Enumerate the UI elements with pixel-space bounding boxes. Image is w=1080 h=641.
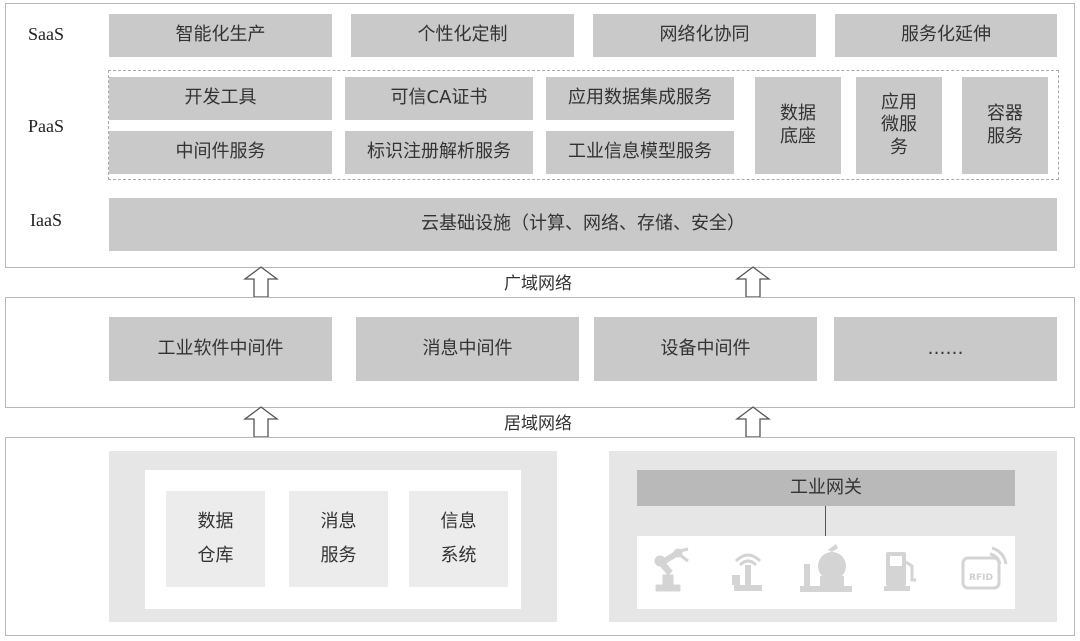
paas-industrial-info-model: 工业信息模型服务 — [546, 131, 734, 174]
info-system-tile: 信息 系统 — [409, 491, 508, 587]
middleware-device: 设备中间件 — [594, 317, 817, 381]
paas-app-microservice-line1: 应用 — [881, 91, 917, 113]
paas-data-base: 数据 底座 — [755, 77, 841, 174]
iaas-infrastructure: 云基础设施（计算、网络、存储、安全） — [109, 198, 1057, 251]
saas-item-4: 服务化延伸 — [835, 14, 1057, 57]
paas-identifier-resolution: 标识注册解析服务 — [345, 131, 533, 174]
middleware-message: 消息中间件 — [356, 317, 579, 381]
paas-label: PaaS — [28, 116, 64, 136]
up-arrow-icon — [243, 266, 279, 298]
paas-container-service-line2: 服务 — [987, 125, 1023, 147]
data-warehouse-line2: 仓库 — [197, 545, 234, 566]
paas-app-microservice: 应用 微服 务 — [856, 77, 942, 174]
wan-label: 广域网络 — [504, 274, 572, 294]
antenna-icon — [732, 553, 762, 591]
robot-arm-icon — [654, 547, 689, 592]
fuel-pump-icon — [884, 552, 916, 591]
industrial-gateway: 工业网关 — [637, 470, 1015, 506]
saas-item-2: 个性化定制 — [351, 14, 574, 57]
up-arrow-icon — [735, 266, 771, 298]
paas-data-base-line1: 数据 — [780, 103, 816, 124]
paas-app-microservice-line3: 务 — [890, 136, 908, 158]
data-warehouse-tile: 数据 仓库 — [166, 491, 265, 587]
rfid-label: RFID — [969, 573, 993, 583]
paas-app-data-integration: 应用数据集成服务 — [546, 77, 734, 120]
lan-label: 居域网络 — [504, 414, 572, 434]
info-system-line1: 信息 — [440, 510, 477, 532]
paas-dev-tools: 开发工具 — [109, 77, 332, 120]
saas-item-3: 网络化协同 — [593, 14, 816, 57]
middleware-industrial-software: 工业软件中间件 — [109, 317, 332, 381]
rfid-icon: RFID — [961, 546, 1008, 590]
message-service-line1: 消息 — [320, 510, 357, 532]
gateway-connector-line — [825, 506, 826, 536]
paas-container-service-line1: 容器 — [987, 103, 1023, 124]
data-warehouse-line1: 数据 — [197, 510, 234, 532]
message-service-line2: 服务 — [320, 545, 357, 566]
saas-label: SaaS — [28, 24, 64, 44]
paas-container-service: 容器 服务 — [962, 77, 1048, 174]
paas-ca-cert: 可信CA证书 — [345, 77, 533, 120]
paas-data-base-line2: 底座 — [780, 125, 816, 147]
up-arrow-icon — [243, 406, 279, 438]
info-system-line2: 系统 — [440, 545, 477, 566]
message-service-tile: 消息 服务 — [289, 491, 388, 587]
iaas-label: IaaS — [30, 210, 62, 230]
saas-item-1: 智能化生产 — [109, 14, 332, 57]
up-arrow-icon — [735, 406, 771, 438]
middleware-more: …… — [834, 317, 1057, 381]
tank-icon — [800, 544, 852, 592]
paas-middleware-service: 中间件服务 — [109, 131, 332, 174]
paas-app-microservice-line2: 微服 — [881, 114, 917, 136]
